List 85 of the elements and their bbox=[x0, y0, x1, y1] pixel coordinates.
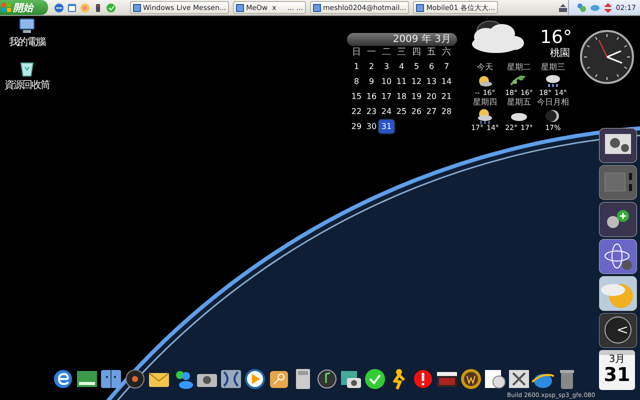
calendar-day[interactable]: 8 bbox=[349, 75, 364, 88]
window-curves-icon[interactable] bbox=[220, 368, 242, 390]
calendar-day[interactable]: 2 bbox=[364, 60, 379, 73]
window-icon bbox=[133, 4, 141, 12]
calendar-day[interactable]: 19 bbox=[409, 90, 424, 103]
disc-icon[interactable] bbox=[124, 368, 146, 390]
calendar-day[interactable]: 31 bbox=[379, 120, 394, 133]
calendar-date: 31 bbox=[604, 365, 630, 385]
calendar-header: 2009 年 3月 bbox=[347, 33, 457, 46]
landscape-icon[interactable] bbox=[76, 368, 98, 390]
calendar-day[interactable]: 10 bbox=[379, 75, 394, 88]
forecast-day: 今日月相 bbox=[537, 99, 569, 107]
clock-icon[interactable] bbox=[599, 313, 637, 348]
calendar-day[interactable]: 21 bbox=[439, 90, 454, 103]
calendar-day[interactable]: 28 bbox=[439, 105, 454, 118]
window-icon bbox=[312, 4, 321, 12]
window-icon bbox=[236, 4, 244, 12]
music-note-icon[interactable] bbox=[316, 368, 338, 390]
arrows-icon[interactable] bbox=[602, 2, 613, 12]
calendar-day[interactable]: 29 bbox=[349, 120, 364, 133]
calendar-day[interactable]: 30 bbox=[364, 120, 379, 133]
window-icon[interactable] bbox=[67, 2, 77, 12]
forecast-day: 今天 bbox=[477, 64, 493, 72]
weekday-label: 一 bbox=[366, 48, 377, 58]
check-circle-icon[interactable] bbox=[106, 2, 116, 12]
calendar-day[interactable]: 4 bbox=[394, 60, 409, 73]
calendar-day[interactable]: 16 bbox=[364, 90, 379, 103]
add-gadget-icon[interactable] bbox=[599, 202, 637, 237]
calendar-day[interactable]: 13 bbox=[424, 75, 439, 88]
photo-camera-icon[interactable] bbox=[340, 368, 362, 390]
calendar-day[interactable]: 11 bbox=[394, 75, 409, 88]
calendar-day[interactable]: 20 bbox=[424, 90, 439, 103]
window-icon bbox=[416, 4, 424, 12]
calendar-day[interactable]: 27 bbox=[424, 105, 439, 118]
calendar-day[interactable]: 14 bbox=[439, 75, 454, 88]
device-icon[interactable] bbox=[93, 2, 103, 12]
digital-display-icon[interactable] bbox=[599, 165, 637, 200]
calendar-day[interactable]: 17 bbox=[379, 90, 394, 103]
calendar-tile[interactable]: 3月 31 bbox=[599, 350, 635, 390]
analog-clock-drawing bbox=[580, 30, 634, 84]
network-icon[interactable] bbox=[576, 2, 587, 12]
calendar-day[interactable]: 22 bbox=[349, 105, 364, 118]
current-temperature: 16° bbox=[540, 29, 572, 47]
weekday-label: 五 bbox=[426, 48, 437, 58]
calendar-day[interactable]: 12 bbox=[409, 75, 424, 88]
weekday-label: 六 bbox=[441, 48, 452, 58]
icon-label: 我的電腦 bbox=[9, 36, 45, 49]
desktop-icon[interactable]: 我的電腦 bbox=[0, 18, 54, 49]
recycle-bin-icon bbox=[18, 61, 36, 77]
calendar-day[interactable]: 3 bbox=[379, 60, 394, 73]
icon-label: 資源回收筒 bbox=[4, 79, 50, 92]
calendar-day[interactable]: 1 bbox=[349, 60, 364, 73]
calendar-day[interactable]: 15 bbox=[349, 90, 364, 103]
play-icon[interactable] bbox=[244, 368, 266, 390]
city-name: 桃園 bbox=[550, 48, 570, 59]
calendar-day[interactable]: 23 bbox=[364, 105, 379, 118]
desktop-icon[interactable]: 資源回收筒 bbox=[0, 61, 54, 92]
weekday-label: 日 bbox=[351, 48, 362, 58]
weather-icon bbox=[475, 108, 495, 124]
notepad-clock-icon[interactable] bbox=[484, 368, 506, 390]
weather-icon bbox=[543, 73, 563, 89]
eject-icon[interactable] bbox=[558, 2, 568, 12]
forecast-day: 星期四 bbox=[473, 99, 497, 107]
calendar-day[interactable]: 26 bbox=[409, 105, 424, 118]
calendar-day[interactable]: 7 bbox=[439, 60, 454, 73]
computer-icon bbox=[18, 18, 36, 34]
alert-icon[interactable] bbox=[412, 368, 434, 390]
calendar-month: 3月 bbox=[608, 355, 626, 365]
calendar-day[interactable]: 5 bbox=[409, 60, 424, 73]
atom-gear-icon[interactable] bbox=[599, 239, 637, 274]
gear-widget-icon[interactable] bbox=[599, 128, 637, 163]
windows-flag-icon bbox=[2, 3, 11, 12]
calendar-day[interactable]: 25 bbox=[394, 105, 409, 118]
forecast-day: 星期二 bbox=[507, 64, 531, 72]
checkmark-icon[interactable] bbox=[364, 368, 386, 390]
calendar-day[interactable]: 18 bbox=[394, 90, 409, 103]
forecast-day: 星期三 bbox=[541, 64, 565, 72]
weekday-label: 二 bbox=[381, 48, 392, 58]
weekday-label: 四 bbox=[411, 48, 422, 58]
calendar-day[interactable]: 24 bbox=[379, 105, 394, 118]
forecast-day: 星期五 bbox=[507, 99, 531, 107]
emblem-icon[interactable] bbox=[460, 368, 482, 390]
weekday-label: 三 bbox=[396, 48, 407, 58]
calendar-day[interactable]: 6 bbox=[424, 60, 439, 73]
calendar-day[interactable]: 9 bbox=[364, 75, 379, 88]
